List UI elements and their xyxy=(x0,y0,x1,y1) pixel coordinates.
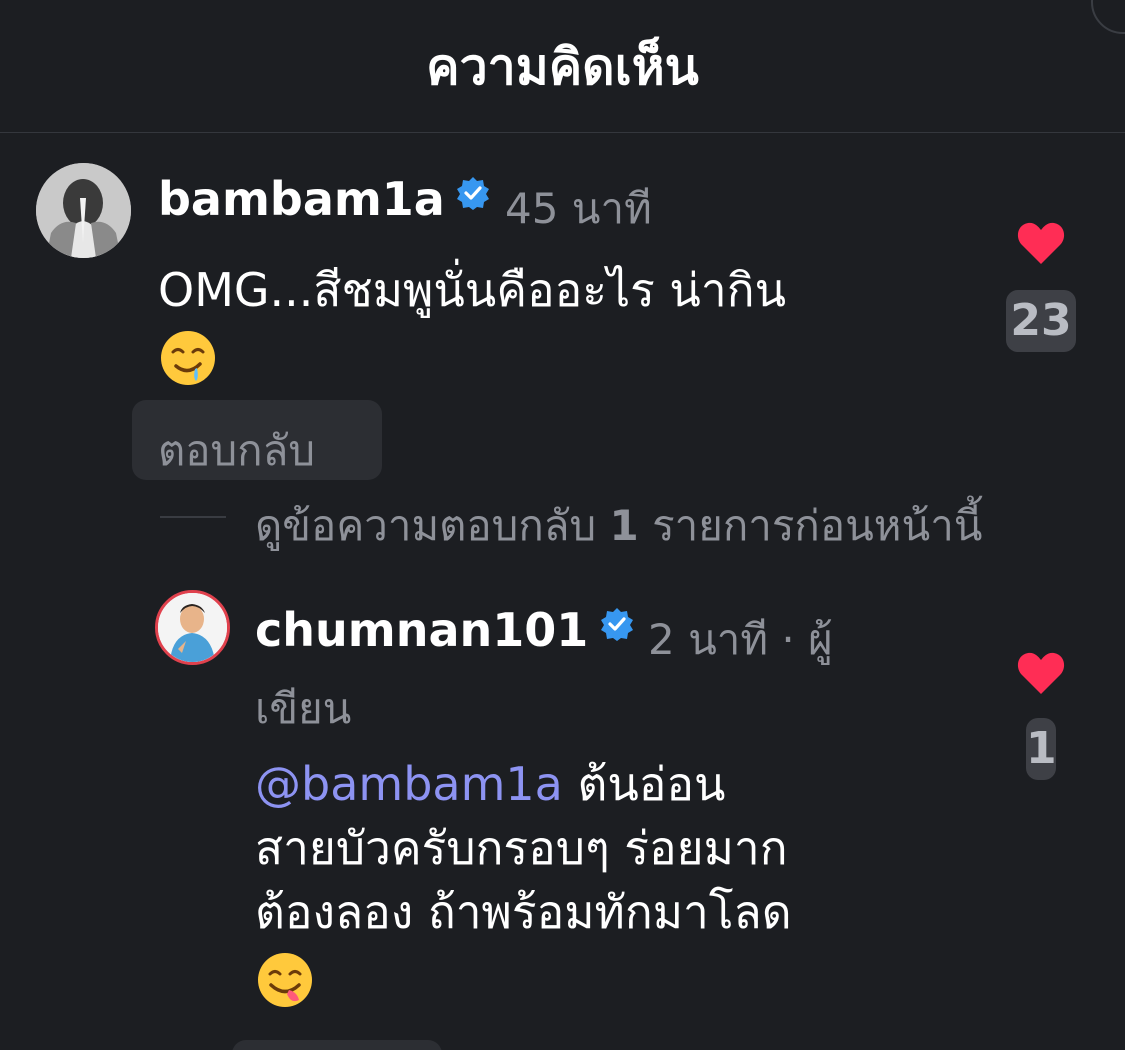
verified-badge-icon xyxy=(456,176,490,210)
heart-icon[interactable] xyxy=(1016,650,1066,696)
comment-text: OMG...สีชมพูนั่นคืออะไร น่ากิน xyxy=(158,258,958,388)
author-label: เขียน xyxy=(255,684,352,733)
reply-username[interactable]: chumnan101 xyxy=(255,603,588,657)
avatar[interactable] xyxy=(155,590,230,665)
header: ความคิดเห็น xyxy=(0,0,1125,133)
view-replies-prefix: ดูข้อความตอบกลับ xyxy=(255,501,597,550)
view-previous-replies-link[interactable]: ดูข้อความตอบกลับ 1 รายการก่อนหน้านี้ xyxy=(255,493,1125,559)
thread-line xyxy=(160,516,226,518)
verified-badge-icon xyxy=(600,607,634,641)
comment-body: OMG...สีชมพูนั่นคืออะไร น่ากิน xyxy=(158,263,787,317)
like-count: 1 xyxy=(1026,718,1057,780)
comment-timestamp: 45 นาที xyxy=(505,184,652,233)
comment-username[interactable]: bambam1a xyxy=(158,172,445,226)
reply-line-3: ต้องลอง ถ้าพร้อมทักมาโลด xyxy=(255,885,792,939)
comments-screen: ความคิดเห็น bambam1a 45 นาที OMG...สีชมพ… xyxy=(0,0,1125,1050)
page-title: ความคิดเห็น xyxy=(426,38,699,96)
reply-timestamp: 2 นาที · ผู้ xyxy=(648,615,833,664)
view-replies-count: 1 xyxy=(609,501,639,550)
avatar[interactable] xyxy=(36,163,131,258)
view-replies-suffix: รายการก่อนหน้านี้ xyxy=(652,501,983,550)
face-savoring-food-icon xyxy=(255,950,315,1010)
reply-button[interactable] xyxy=(232,1040,442,1050)
reply-button[interactable]: ตอบกลับ xyxy=(132,400,382,480)
like-count: 23 xyxy=(1006,290,1076,352)
mention-link[interactable]: @bambam1a xyxy=(255,757,563,811)
drooling-face-icon xyxy=(158,328,218,388)
reply-text: @bambam1a ต้นอ่อน สายบัวครับกรอบๆ ร่อยมา… xyxy=(255,752,975,1010)
reply-line-2: สายบัวครับกรอบๆ ร่อยมาก xyxy=(255,821,788,875)
reply-line-1: ต้นอ่อน xyxy=(562,757,726,811)
heart-icon[interactable] xyxy=(1016,220,1066,266)
